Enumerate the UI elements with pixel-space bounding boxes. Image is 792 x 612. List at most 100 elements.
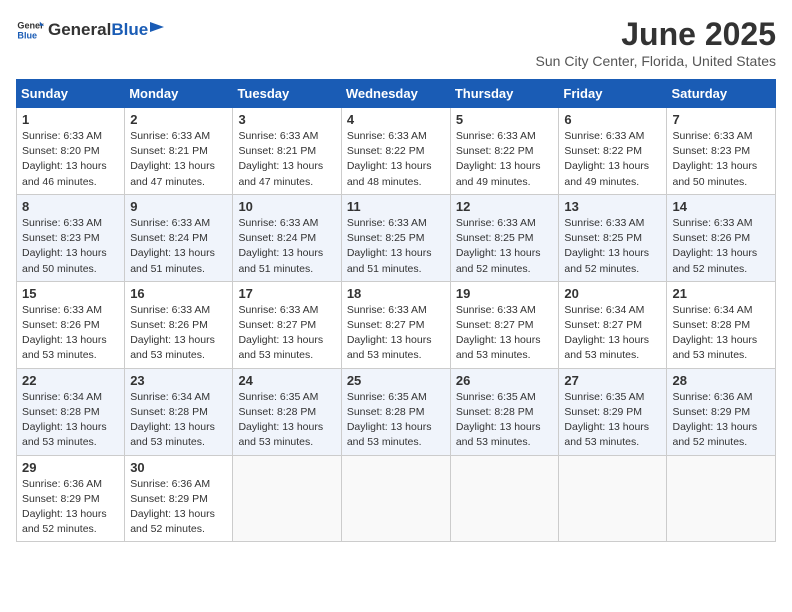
day-number: 14: [672, 199, 770, 214]
cell-content: Sunrise: 6:35 AMSunset: 8:28 PMDaylight:…: [456, 391, 541, 449]
calendar-cell: 17 Sunrise: 6:33 AMSunset: 8:27 PMDaylig…: [233, 281, 341, 368]
calendar-header-monday: Monday: [125, 80, 233, 108]
day-number: 22: [22, 373, 119, 388]
calendar-cell: [450, 455, 559, 542]
calendar-cell: 15 Sunrise: 6:33 AMSunset: 8:26 PMDaylig…: [17, 281, 125, 368]
cell-content: Sunrise: 6:33 AMSunset: 8:22 PMDaylight:…: [347, 130, 432, 188]
calendar-cell: [341, 455, 450, 542]
calendar-cell: 1 Sunrise: 6:33 AMSunset: 8:20 PMDayligh…: [17, 108, 125, 195]
cell-content: Sunrise: 6:33 AMSunset: 8:27 PMDaylight:…: [238, 304, 323, 362]
day-number: 13: [564, 199, 661, 214]
day-number: 28: [672, 373, 770, 388]
cell-content: Sunrise: 6:33 AMSunset: 8:20 PMDaylight:…: [22, 130, 107, 188]
calendar-cell: 10 Sunrise: 6:33 AMSunset: 8:24 PMDaylig…: [233, 194, 341, 281]
day-number: 9: [130, 199, 227, 214]
calendar-cell: 14 Sunrise: 6:33 AMSunset: 8:26 PMDaylig…: [667, 194, 776, 281]
calendar-cell: 13 Sunrise: 6:33 AMSunset: 8:25 PMDaylig…: [559, 194, 667, 281]
cell-content: Sunrise: 6:33 AMSunset: 8:25 PMDaylight:…: [564, 217, 649, 275]
calendar-cell: [233, 455, 341, 542]
location-title: Sun City Center, Florida, United States: [536, 53, 776, 69]
cell-content: Sunrise: 6:35 AMSunset: 8:28 PMDaylight:…: [238, 391, 323, 449]
cell-content: Sunrise: 6:33 AMSunset: 8:24 PMDaylight:…: [238, 217, 323, 275]
cell-content: Sunrise: 6:34 AMSunset: 8:27 PMDaylight:…: [564, 304, 649, 362]
calendar-cell: 4 Sunrise: 6:33 AMSunset: 8:22 PMDayligh…: [341, 108, 450, 195]
day-number: 5: [456, 112, 554, 127]
day-number: 17: [238, 286, 335, 301]
cell-content: Sunrise: 6:33 AMSunset: 8:26 PMDaylight:…: [22, 304, 107, 362]
calendar-cell: 12 Sunrise: 6:33 AMSunset: 8:25 PMDaylig…: [450, 194, 559, 281]
logo-blue: Blue: [111, 20, 148, 40]
logo-flag-icon: [150, 22, 166, 38]
cell-content: Sunrise: 6:34 AMSunset: 8:28 PMDaylight:…: [22, 391, 107, 449]
day-number: 4: [347, 112, 445, 127]
day-number: 25: [347, 373, 445, 388]
day-number: 20: [564, 286, 661, 301]
day-number: 6: [564, 112, 661, 127]
cell-content: Sunrise: 6:33 AMSunset: 8:24 PMDaylight:…: [130, 217, 215, 275]
day-number: 16: [130, 286, 227, 301]
day-number: 18: [347, 286, 445, 301]
calendar-cell: 28 Sunrise: 6:36 AMSunset: 8:29 PMDaylig…: [667, 368, 776, 455]
calendar-week-row: 15 Sunrise: 6:33 AMSunset: 8:26 PMDaylig…: [17, 281, 776, 368]
day-number: 29: [22, 460, 119, 475]
calendar-cell: [667, 455, 776, 542]
calendar-week-row: 29 Sunrise: 6:36 AMSunset: 8:29 PMDaylig…: [17, 455, 776, 542]
calendar-header-wednesday: Wednesday: [341, 80, 450, 108]
calendar-cell: 18 Sunrise: 6:33 AMSunset: 8:27 PMDaylig…: [341, 281, 450, 368]
calendar-header-sunday: Sunday: [17, 80, 125, 108]
cell-content: Sunrise: 6:35 AMSunset: 8:28 PMDaylight:…: [347, 391, 432, 449]
calendar-cell: [559, 455, 667, 542]
calendar-week-row: 8 Sunrise: 6:33 AMSunset: 8:23 PMDayligh…: [17, 194, 776, 281]
calendar-cell: 23 Sunrise: 6:34 AMSunset: 8:28 PMDaylig…: [125, 368, 233, 455]
day-number: 8: [22, 199, 119, 214]
calendar: SundayMondayTuesdayWednesdayThursdayFrid…: [16, 79, 776, 542]
cell-content: Sunrise: 6:33 AMSunset: 8:23 PMDaylight:…: [22, 217, 107, 275]
cell-content: Sunrise: 6:33 AMSunset: 8:22 PMDaylight:…: [564, 130, 649, 188]
day-number: 21: [672, 286, 770, 301]
calendar-cell: 11 Sunrise: 6:33 AMSunset: 8:25 PMDaylig…: [341, 194, 450, 281]
day-number: 2: [130, 112, 227, 127]
title-area: June 2025 Sun City Center, Florida, Unit…: [536, 16, 776, 69]
cell-content: Sunrise: 6:33 AMSunset: 8:22 PMDaylight:…: [456, 130, 541, 188]
calendar-cell: 7 Sunrise: 6:33 AMSunset: 8:23 PMDayligh…: [667, 108, 776, 195]
calendar-cell: 26 Sunrise: 6:35 AMSunset: 8:28 PMDaylig…: [450, 368, 559, 455]
cell-content: Sunrise: 6:34 AMSunset: 8:28 PMDaylight:…: [130, 391, 215, 449]
cell-content: Sunrise: 6:34 AMSunset: 8:28 PMDaylight:…: [672, 304, 757, 362]
calendar-cell: 27 Sunrise: 6:35 AMSunset: 8:29 PMDaylig…: [559, 368, 667, 455]
calendar-header-row: SundayMondayTuesdayWednesdayThursdayFrid…: [17, 80, 776, 108]
calendar-cell: 25 Sunrise: 6:35 AMSunset: 8:28 PMDaylig…: [341, 368, 450, 455]
cell-content: Sunrise: 6:33 AMSunset: 8:21 PMDaylight:…: [238, 130, 323, 188]
cell-content: Sunrise: 6:36 AMSunset: 8:29 PMDaylight:…: [130, 478, 215, 536]
calendar-cell: 16 Sunrise: 6:33 AMSunset: 8:26 PMDaylig…: [125, 281, 233, 368]
calendar-cell: 9 Sunrise: 6:33 AMSunset: 8:24 PMDayligh…: [125, 194, 233, 281]
cell-content: Sunrise: 6:36 AMSunset: 8:29 PMDaylight:…: [672, 391, 757, 449]
calendar-header-thursday: Thursday: [450, 80, 559, 108]
calendar-header-friday: Friday: [559, 80, 667, 108]
logo-general: General: [48, 20, 111, 40]
day-number: 12: [456, 199, 554, 214]
cell-content: Sunrise: 6:33 AMSunset: 8:21 PMDaylight:…: [130, 130, 215, 188]
day-number: 26: [456, 373, 554, 388]
cell-content: Sunrise: 6:33 AMSunset: 8:27 PMDaylight:…: [347, 304, 432, 362]
calendar-cell: 21 Sunrise: 6:34 AMSunset: 8:28 PMDaylig…: [667, 281, 776, 368]
day-number: 23: [130, 373, 227, 388]
cell-content: Sunrise: 6:33 AMSunset: 8:25 PMDaylight:…: [347, 217, 432, 275]
day-number: 15: [22, 286, 119, 301]
day-number: 27: [564, 373, 661, 388]
calendar-week-row: 1 Sunrise: 6:33 AMSunset: 8:20 PMDayligh…: [17, 108, 776, 195]
month-title: June 2025: [536, 16, 776, 53]
calendar-header-saturday: Saturday: [667, 80, 776, 108]
logo-icon: General Blue: [16, 16, 44, 44]
calendar-cell: 8 Sunrise: 6:33 AMSunset: 8:23 PMDayligh…: [17, 194, 125, 281]
calendar-cell: 6 Sunrise: 6:33 AMSunset: 8:22 PMDayligh…: [559, 108, 667, 195]
day-number: 24: [238, 373, 335, 388]
header: General Blue GeneralBlue June 2025 Sun C…: [16, 16, 776, 69]
day-number: 30: [130, 460, 227, 475]
calendar-week-row: 22 Sunrise: 6:34 AMSunset: 8:28 PMDaylig…: [17, 368, 776, 455]
calendar-cell: 2 Sunrise: 6:33 AMSunset: 8:21 PMDayligh…: [125, 108, 233, 195]
cell-content: Sunrise: 6:33 AMSunset: 8:26 PMDaylight:…: [130, 304, 215, 362]
calendar-cell: 20 Sunrise: 6:34 AMSunset: 8:27 PMDaylig…: [559, 281, 667, 368]
cell-content: Sunrise: 6:35 AMSunset: 8:29 PMDaylight:…: [564, 391, 649, 449]
cell-content: Sunrise: 6:33 AMSunset: 8:25 PMDaylight:…: [456, 217, 541, 275]
day-number: 10: [238, 199, 335, 214]
